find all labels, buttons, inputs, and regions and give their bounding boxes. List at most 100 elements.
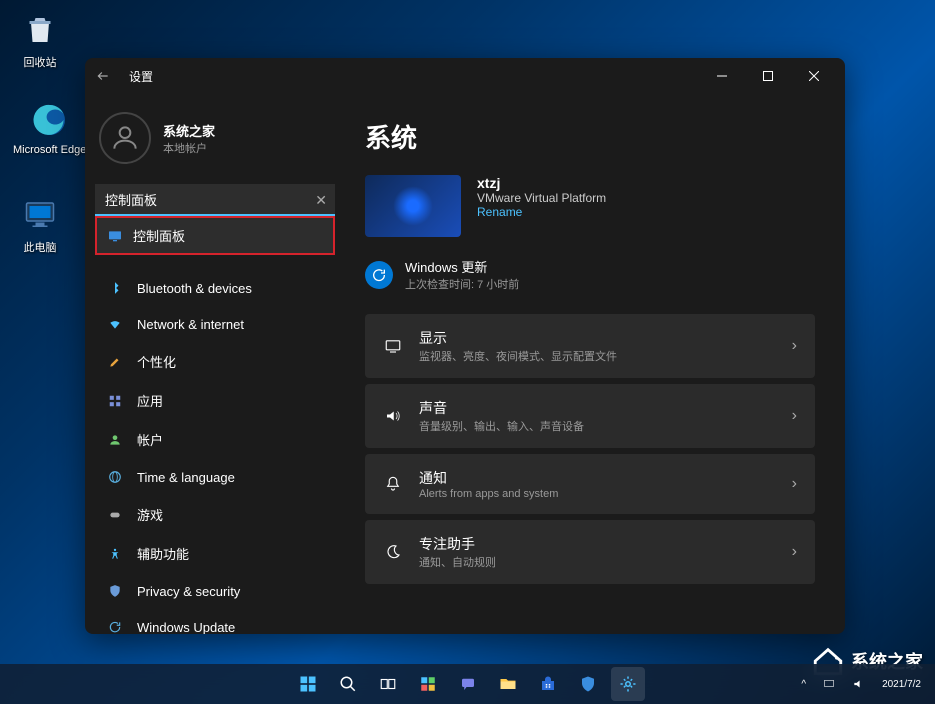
moon-icon bbox=[383, 543, 403, 561]
update-status-icon bbox=[365, 261, 393, 289]
nav-bluetooth[interactable]: Bluetooth & devices bbox=[95, 271, 335, 305]
nav-label: 游戏 bbox=[137, 505, 163, 524]
desktop-icon-recycle-bin[interactable]: 回收站 bbox=[20, 10, 60, 70]
taskbar bbox=[0, 664, 935, 704]
display-icon bbox=[383, 337, 403, 355]
start-button[interactable] bbox=[291, 667, 325, 701]
search-result-control-panel[interactable]: 控制面板 bbox=[97, 218, 333, 253]
system-tray: ^ 2021/7/2 bbox=[797, 664, 925, 704]
card-sub: Alerts from apps and system bbox=[419, 488, 776, 500]
nav-label: Privacy & security bbox=[137, 584, 240, 599]
device-thumbnail bbox=[365, 175, 461, 237]
maximize-button[interactable] bbox=[745, 60, 791, 92]
clear-search-button[interactable]: ✕ bbox=[315, 192, 327, 209]
tray-network-icon[interactable] bbox=[818, 677, 840, 691]
taskbar-explorer[interactable] bbox=[491, 667, 525, 701]
update-icon bbox=[107, 619, 123, 634]
chevron-right-icon: › bbox=[792, 475, 797, 493]
card-title: 声音 bbox=[419, 398, 776, 418]
profile-section[interactable]: 系统之家 本地帐户 bbox=[95, 104, 335, 184]
control-panel-icon bbox=[107, 228, 123, 244]
nav-label: Network & internet bbox=[137, 317, 244, 332]
nav-accessibility[interactable]: 辅助功能 bbox=[95, 535, 335, 572]
settings-window: 设置 系统之家 本地帐户 ✕ bbox=[85, 58, 845, 634]
bell-icon bbox=[383, 475, 403, 493]
game-icon bbox=[107, 507, 123, 523]
taskbar-widgets[interactable] bbox=[411, 667, 445, 701]
device-platform: VMware Virtual Platform bbox=[477, 191, 606, 205]
taskbar-search[interactable] bbox=[331, 667, 365, 701]
nav-accounts[interactable]: 帐户 bbox=[95, 421, 335, 458]
taskbar-taskview[interactable] bbox=[371, 667, 405, 701]
accessibility-icon bbox=[107, 546, 123, 562]
main-content: 系统 xtzj VMware Virtual Platform Rename W… bbox=[345, 94, 845, 634]
edge-icon bbox=[30, 100, 70, 140]
taskbar-chat[interactable] bbox=[451, 667, 485, 701]
card-sub: 监视器、亮度、夜间模式、显示配置文件 bbox=[419, 348, 776, 364]
taskbar-security[interactable] bbox=[571, 667, 605, 701]
card-title: 显示 bbox=[419, 328, 776, 348]
nav-apps[interactable]: 应用 bbox=[95, 382, 335, 419]
card-focus-assist[interactable]: 专注助手通知、自动规则 › bbox=[365, 520, 815, 584]
profile-sub: 本地帐户 bbox=[163, 140, 215, 156]
rename-link[interactable]: Rename bbox=[477, 205, 606, 219]
taskbar-settings[interactable] bbox=[611, 667, 645, 701]
search-result-label: 控制面板 bbox=[133, 226, 185, 245]
nav-label: 帐户 bbox=[137, 430, 163, 449]
device-name: xtzj bbox=[477, 175, 606, 191]
window-title: 设置 bbox=[129, 68, 153, 85]
nav-label: 辅助功能 bbox=[137, 544, 189, 563]
card-title: 通知 bbox=[419, 468, 776, 488]
tray-chevron-up[interactable]: ^ bbox=[797, 679, 810, 690]
close-button[interactable] bbox=[791, 60, 837, 92]
sidebar: 系统之家 本地帐户 ✕ 控制面板 Bluetooth & devices Net… bbox=[85, 94, 345, 634]
page-heading: 系统 bbox=[365, 118, 815, 155]
card-sub: 音量级别、输出、输入、声音设备 bbox=[419, 418, 776, 434]
apps-icon bbox=[107, 393, 123, 409]
nav-network[interactable]: Network & internet bbox=[95, 307, 335, 341]
card-display[interactable]: 显示监视器、亮度、夜间模式、显示配置文件 › bbox=[365, 314, 815, 378]
desktop-icon-this-pc[interactable]: 此电脑 bbox=[20, 195, 60, 255]
profile-name: 系统之家 bbox=[163, 121, 215, 140]
chevron-right-icon: › bbox=[792, 543, 797, 561]
card-sound[interactable]: 声音音量级别、输出、输入、声音设备 › bbox=[365, 384, 815, 448]
nav-label: 应用 bbox=[137, 391, 163, 410]
nav-label: 个性化 bbox=[137, 352, 176, 371]
monitor-icon bbox=[20, 195, 60, 235]
search-dropdown: 控制面板 bbox=[95, 216, 335, 255]
recycle-bin-icon bbox=[20, 10, 60, 50]
taskbar-store[interactable] bbox=[531, 667, 565, 701]
desktop-icon-label: Microsoft Edge bbox=[13, 144, 86, 156]
nav-label: Time & language bbox=[137, 470, 235, 485]
desktop-icon-label: 回收站 bbox=[24, 54, 57, 70]
chevron-right-icon: › bbox=[792, 407, 797, 425]
chevron-right-icon: › bbox=[792, 337, 797, 355]
card-title: 专注助手 bbox=[419, 534, 776, 554]
card-notifications[interactable]: 通知Alerts from apps and system › bbox=[365, 454, 815, 514]
titlebar: 设置 bbox=[85, 58, 845, 94]
search-input[interactable] bbox=[95, 184, 335, 216]
nav-list: Bluetooth & devices Network & internet 个… bbox=[95, 271, 335, 634]
tray-date[interactable]: 2021/7/2 bbox=[878, 679, 925, 690]
nav-privacy[interactable]: Privacy & security bbox=[95, 574, 335, 608]
nav-windows-update[interactable]: Windows Update bbox=[95, 610, 335, 634]
nav-label: Bluetooth & devices bbox=[137, 281, 252, 296]
desktop-icon-label: 此电脑 bbox=[24, 239, 57, 255]
nav-gaming[interactable]: 游戏 bbox=[95, 496, 335, 533]
minimize-button[interactable] bbox=[699, 60, 745, 92]
windows-update-row[interactable]: Windows 更新 上次检查时间: 7 小时前 bbox=[365, 257, 815, 292]
shield-icon bbox=[107, 583, 123, 599]
sound-icon bbox=[383, 407, 403, 425]
device-info: xtzj VMware Virtual Platform Rename bbox=[365, 175, 815, 237]
nav-personalization[interactable]: 个性化 bbox=[95, 343, 335, 380]
desktop-icon-edge[interactable]: Microsoft Edge bbox=[13, 100, 86, 156]
person-icon bbox=[107, 432, 123, 448]
avatar-icon bbox=[99, 112, 151, 164]
nav-time-language[interactable]: Time & language bbox=[95, 460, 335, 494]
card-sub: 通知、自动规则 bbox=[419, 554, 776, 570]
back-button[interactable] bbox=[93, 66, 113, 86]
nav-label: Windows Update bbox=[137, 620, 235, 635]
tray-volume-icon[interactable] bbox=[848, 677, 870, 691]
wifi-icon bbox=[107, 316, 123, 332]
update-title: Windows 更新 bbox=[405, 257, 519, 276]
